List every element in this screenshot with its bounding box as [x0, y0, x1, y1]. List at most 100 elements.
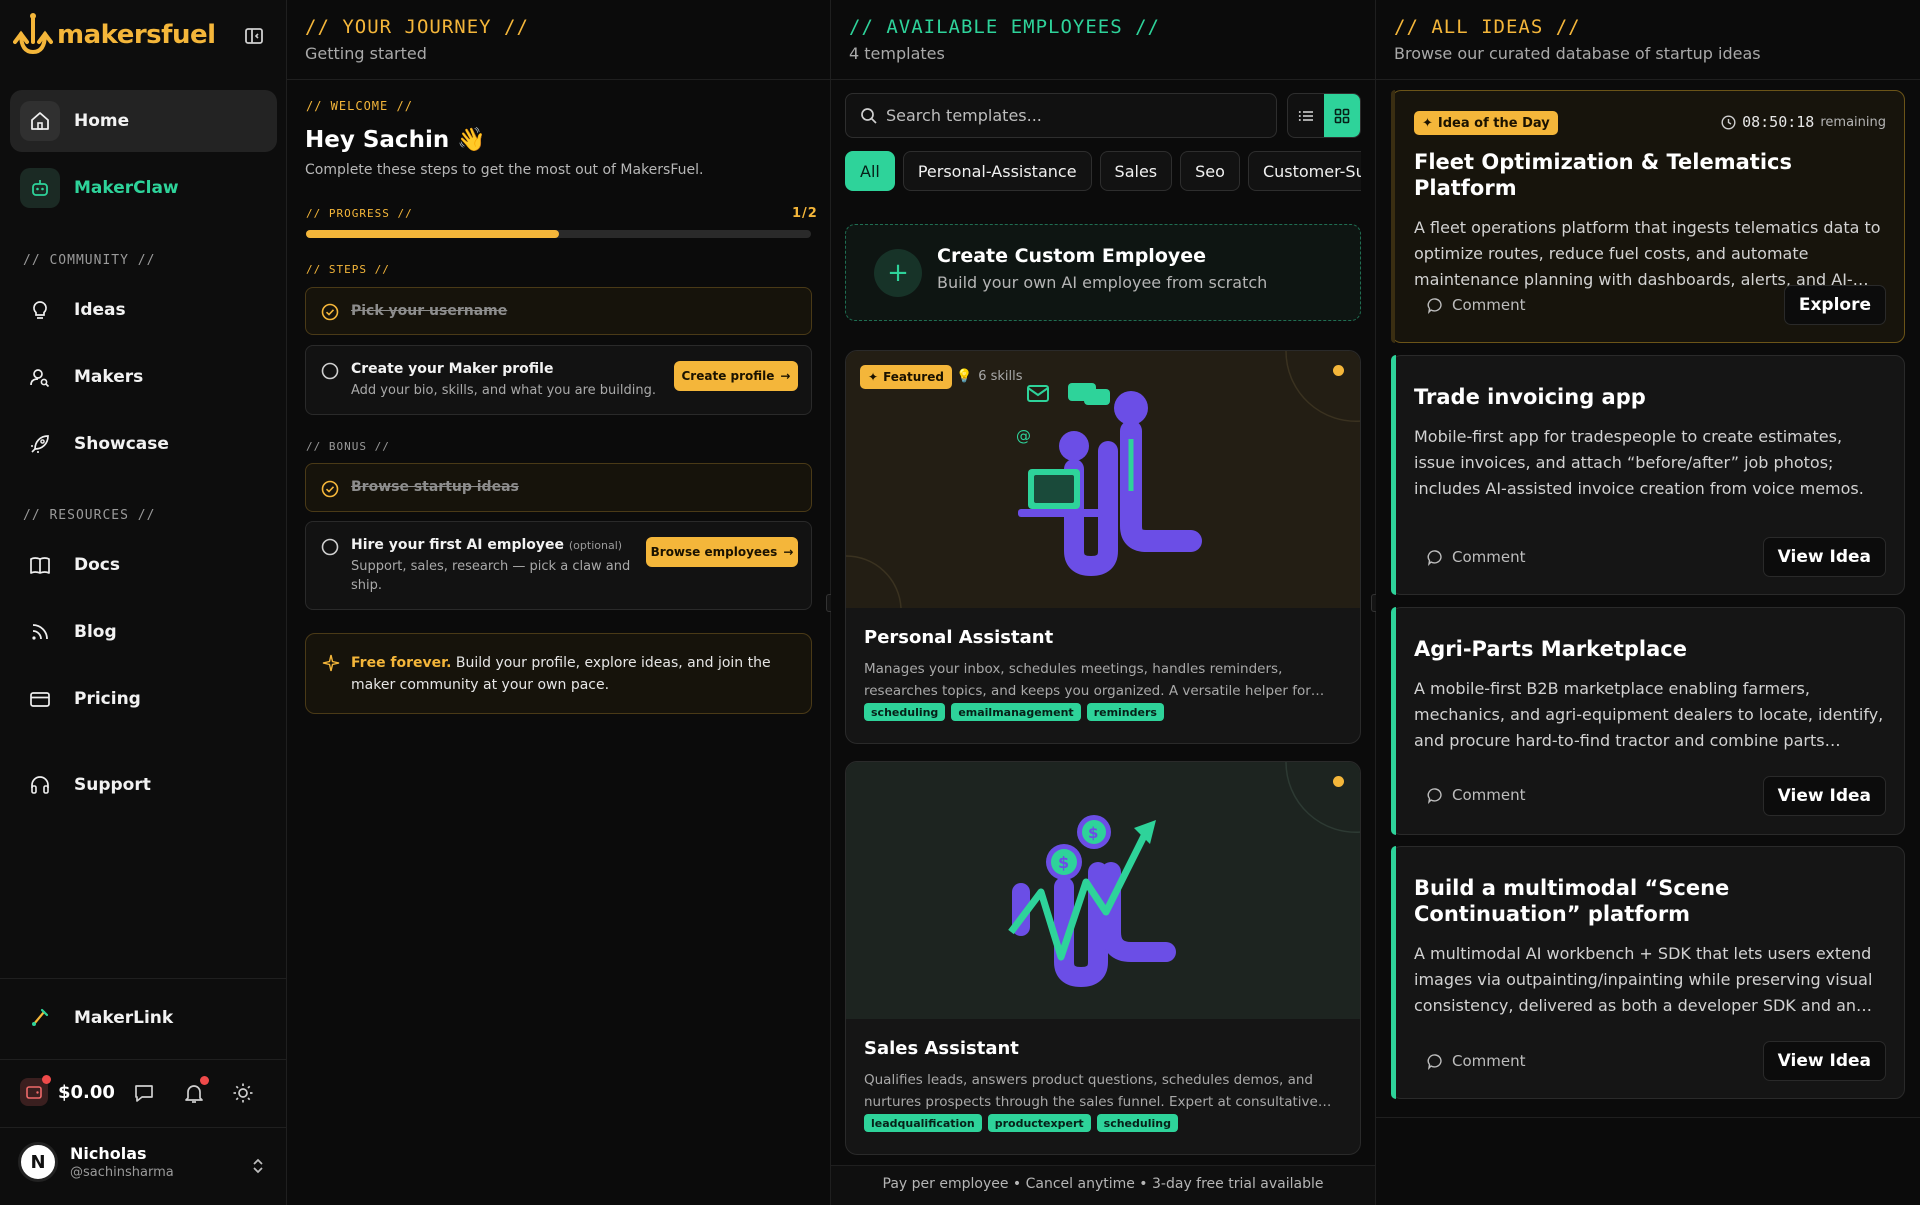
step-desc: Add your bio, skills, and what you are b… [351, 383, 656, 398]
comment-button[interactable]: Comment [1427, 296, 1526, 314]
view-idea-button[interactable]: View Idea [1762, 1041, 1886, 1081]
sparkle-icon: ✦ [1422, 115, 1433, 131]
optional-label: (optional) [568, 539, 623, 552]
employees-title: // AVAILABLE EMPLOYEES // [849, 16, 1160, 38]
sidebar-item-home[interactable]: Home [10, 90, 277, 152]
sidebar-item-support[interactable]: Support [10, 754, 277, 816]
user-menu[interactable]: N Nicholas @sachinsharma [18, 1142, 174, 1182]
idea-title: Fleet Optimization & Telematics Platform [1414, 150, 1792, 200]
idea-card-featured[interactable]: ✦ Idea of the Day 08:50:18 remaining Fle… [1391, 90, 1905, 343]
sidebar-item-label: MakerClaw [74, 178, 179, 198]
step-title: Pick your username [351, 303, 508, 319]
sidebar-item-makers[interactable]: Makers [10, 346, 277, 408]
search-input[interactable]: Search templates... [845, 93, 1277, 138]
user-search-icon [20, 357, 60, 397]
idea-title: Agri-Parts Marketplace [1414, 637, 1687, 661]
ideas-bottom-divider [1376, 1117, 1920, 1118]
sidebar-item-makerclaw[interactable]: MakerClaw [10, 157, 277, 219]
employee-tags: scheduling emailmanagement reminders [864, 703, 1164, 721]
wallet-balance[interactable]: $0.00 [20, 1075, 115, 1106]
idea-of-the-day-badge: ✦ Idea of the Day [1414, 111, 1558, 135]
create-profile-button[interactable]: Create profile → [674, 361, 798, 391]
step-browse-ideas[interactable]: Browse startup ideas [305, 463, 812, 512]
idea-desc: A fleet operations platform that ingests… [1414, 218, 1881, 289]
sidebar-item-docs[interactable]: Docs [10, 534, 277, 596]
wallet-amount: $0.00 [58, 1081, 115, 1103]
rss-icon [20, 612, 60, 652]
empty-circle-icon[interactable] [321, 362, 339, 380]
employee-card-personal-assistant[interactable]: @ ✦ Featured 💡 6 skills Personal Assista… [845, 350, 1361, 744]
employee-card-sales-assistant[interactable]: $ $ Sales Assistant Qualifies leads, ans… [845, 761, 1361, 1155]
idea-card[interactable]: Agri-Parts Marketplace A mobile-first B2… [1391, 607, 1905, 835]
comment-label: Comment [1452, 1052, 1526, 1070]
progress-label: // PROGRESS // [306, 207, 413, 220]
theme-sun-icon[interactable] [230, 1080, 256, 1106]
step-title: Hire your first AI employee [351, 537, 565, 553]
status-dot [1333, 365, 1344, 376]
check-circle-icon [321, 480, 339, 498]
sidebar-item-blog[interactable]: Blog [10, 601, 277, 663]
step-title: Browse startup ideas [351, 479, 519, 495]
timer-suffix: remaining [1820, 114, 1886, 130]
sidebar-item-ideas[interactable]: Ideas [10, 279, 277, 341]
step-title: Create your Maker profile [351, 361, 554, 377]
chip-customer-support[interactable]: Customer-Support [1247, 151, 1361, 191]
tag: productexpert [987, 1114, 1091, 1132]
community-section-label: // COMMUNITY // [23, 253, 156, 268]
clock-icon [1721, 114, 1736, 130]
skills-count: 💡 6 skills [956, 369, 1023, 384]
chat-icon[interactable] [131, 1080, 157, 1106]
arrow-right-icon: → [780, 369, 791, 383]
browse-employees-button[interactable]: Browse employees → [646, 537, 798, 567]
brand-name: makersfuel [57, 20, 216, 50]
employees-footer-note: Pay per employee • Cancel anytime • 3-da… [831, 1165, 1375, 1205]
idea-card[interactable]: Build a multimodal “Scene Continuation” … [1391, 846, 1905, 1099]
svg-text:$: $ [1088, 824, 1098, 842]
credit-card-icon [20, 679, 60, 719]
employee-desc: Qualifies leads, answers product questio… [864, 1072, 1332, 1110]
sidebar-item-pricing[interactable]: Pricing [10, 668, 277, 730]
empty-circle-icon[interactable] [321, 538, 339, 556]
sidebar-collapse-icon[interactable] [243, 25, 265, 47]
comment-button[interactable]: Comment [1427, 1052, 1526, 1070]
view-idea-button[interactable]: View Idea [1762, 776, 1886, 816]
step-pick-username[interactable]: Pick your username [305, 287, 812, 335]
sidebar-item-label: Pricing [74, 689, 141, 709]
journey-intro: Complete these steps to get the most out… [305, 162, 704, 178]
sidebar-item-showcase[interactable]: Showcase [10, 413, 277, 475]
create-custom-employee-card[interactable]: + Create Custom Employee Build your own … [845, 224, 1361, 321]
notification-dot [42, 1075, 51, 1084]
sidebar: makersfuel Home MakerClaw // COMMUNITY /… [0, 0, 287, 1205]
tag: scheduling [1096, 1114, 1178, 1132]
sidebar-item-makerlink[interactable]: MakerLink [10, 987, 277, 1049]
comment-button[interactable]: Comment [1427, 548, 1526, 566]
personal-assistant-illustration: @ [846, 351, 1360, 608]
chevron-up-down-icon[interactable] [250, 1157, 266, 1175]
chip-all[interactable]: All [845, 151, 895, 191]
explore-button[interactable]: Explore [1783, 285, 1886, 325]
book-icon [20, 545, 60, 585]
chip-sales[interactable]: Sales [1099, 151, 1173, 191]
comment-button[interactable]: Comment [1427, 786, 1526, 804]
svg-text:@: @ [1016, 427, 1031, 445]
custom-desc: Build your own AI employee from scratch [937, 273, 1268, 292]
idea-card[interactable]: Trade invoicing app Mobile-first app for… [1391, 355, 1905, 595]
view-idea-button[interactable]: View Idea [1762, 537, 1886, 577]
chip-personal-assistance[interactable]: Personal-Assistance [902, 151, 1092, 191]
notification-dot [200, 1076, 209, 1085]
sparkle-icon [322, 654, 340, 672]
comment-icon [1427, 787, 1442, 804]
idea-title: Build a multimodal “Scene Continuation” … [1414, 876, 1730, 926]
home-icon [20, 101, 60, 141]
comment-label: Comment [1452, 786, 1526, 804]
employee-tags: leadqualification productexpert scheduli… [864, 1114, 1178, 1132]
free-forever-banner: Free forever. Build your profile, explor… [305, 633, 812, 714]
comment-label: Comment [1452, 296, 1526, 314]
brand-logo[interactable]: makersfuel [13, 12, 216, 58]
arrow-right-icon: → [783, 545, 794, 559]
chip-seo[interactable]: Seo [1180, 151, 1240, 191]
bell-icon[interactable] [181, 1076, 209, 1106]
list-view-icon[interactable] [1288, 94, 1324, 137]
grid-view-icon[interactable] [1324, 94, 1360, 137]
sidebar-item-label: Blog [74, 622, 117, 642]
